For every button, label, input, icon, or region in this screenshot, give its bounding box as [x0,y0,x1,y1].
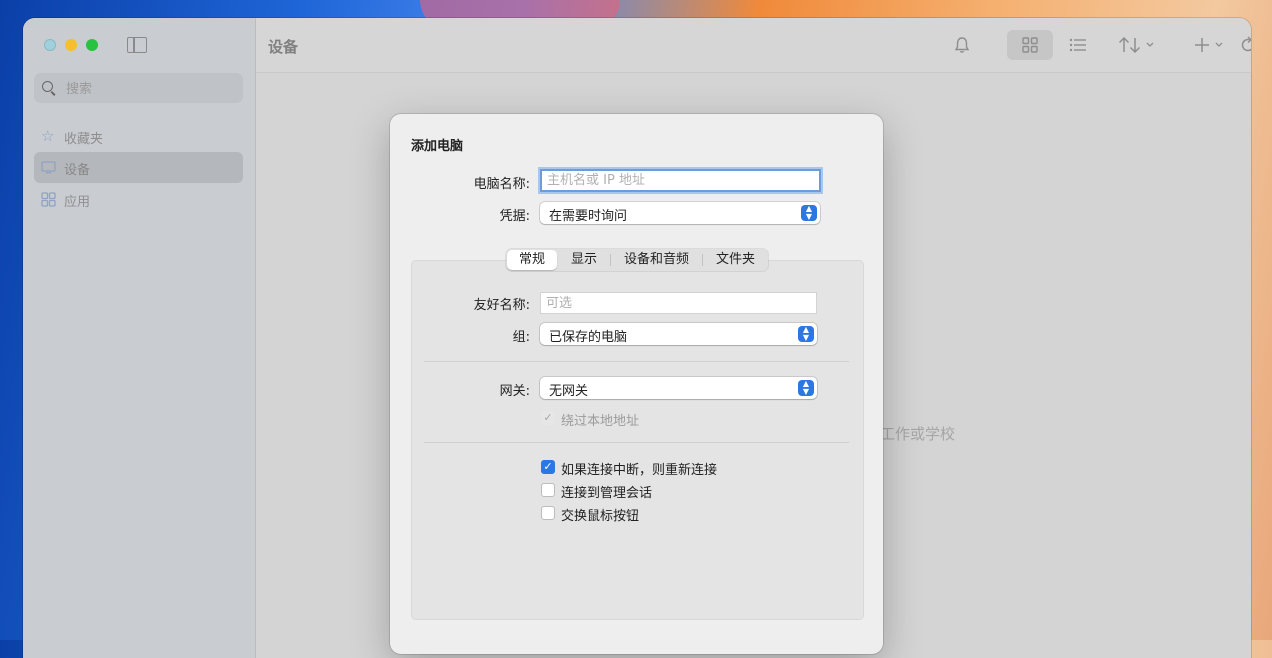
credentials-label: 凭据: [499,209,530,224]
popup-chevron-icon: ▲ ▼ [801,205,817,221]
bypass-local-checkbox[interactable]: ✓ [541,411,555,425]
popup-chevron-icon: ▲ ▼ [798,380,814,396]
close-button[interactable] [44,39,56,51]
popup-chevron-icon: ▲ ▼ [798,326,814,342]
tab-divider [610,254,612,266]
computer-name-input[interactable] [540,169,821,192]
search-field[interactable] [34,73,243,103]
sidebar-item-devices[interactable]: 设备 [34,152,243,183]
sidebar-item-favorites[interactable]: ☆ 收藏夹 [34,121,243,152]
reconnect-label: 如果连接中断，则重新连接 [561,463,718,478]
bell-icon[interactable] [950,30,974,60]
credentials-value: 在需要时询问 [549,209,628,224]
toolbar: 设备 [256,18,1251,73]
computer-name-label: 电脑名称: [473,177,530,192]
tab-display[interactable]: 显示 [559,250,609,270]
tab-bar: 常规 显示 设备和音频 文件夹 [506,249,769,271]
gateway-label: 网关: [499,384,530,399]
friendly-name-label: 友好名称: [473,298,530,313]
tab-content-panel [411,260,864,620]
group-popup[interactable]: 已保存的电脑 ▲ ▼ [540,323,817,345]
gateway-popup[interactable]: 无网关 ▲ ▼ [540,377,817,399]
friendly-name-input[interactable] [540,292,817,314]
sidebar-item-label: 设备 [64,163,91,178]
list-view-icon[interactable] [1066,30,1090,60]
minimize-button[interactable] [65,39,77,51]
grid-view-icon[interactable] [1007,30,1053,60]
reconnect-checkbox[interactable]: ✓ [541,460,555,474]
swap-mouse-checkbox[interactable] [541,506,555,520]
gateway-value: 无网关 [549,384,589,399]
separator [424,442,849,443]
group-value: 已保存的电脑 [549,330,628,345]
refresh-icon[interactable] [1236,30,1251,60]
tab-devices-audio[interactable]: 设备和音频 [612,250,701,270]
star-icon: ☆ [41,127,55,145]
display-icon [41,160,56,175]
add-pc-dialog: 添加电脑 电脑名称: 凭据: 在需要时询问 ▲▼ 常规 显示 设备和音频 文件夹… [390,114,883,654]
add-icon[interactable] [1192,30,1232,60]
search-icon [42,81,53,92]
swap-mouse-label: 交换鼠标按钮 [561,509,640,524]
tab-general[interactable]: 常规 [507,250,558,270]
sort-icon[interactable] [1116,30,1160,60]
separator [424,361,849,362]
group-label: 组: [512,330,530,345]
search-input[interactable] [64,79,238,99]
sidebar-item-label: 收藏夹 [64,132,104,147]
dialog-title: 添加电脑 [411,139,464,154]
credentials-popup[interactable]: 在需要时询问 ▲ ▼ [540,202,820,224]
admin-session-checkbox[interactable] [541,483,555,497]
tab-folders[interactable]: 文件夹 [704,250,767,270]
admin-session-label: 连接到管理会话 [561,486,653,501]
sidebar: ☆ 收藏夹 设备 应用 [23,18,256,658]
empty-state-text: 工作或学校 [880,425,956,443]
sidebar-item-apps[interactable]: 应用 [34,184,243,215]
sidebar-toggle-icon[interactable] [127,37,147,53]
sidebar-item-label: 应用 [64,195,91,210]
apps-grid-icon [41,192,56,207]
zoom-button[interactable] [86,39,98,51]
tab-divider [702,254,704,266]
page-title: 设备 [268,38,299,56]
bypass-local-label: 绕过本地地址 [561,414,640,429]
